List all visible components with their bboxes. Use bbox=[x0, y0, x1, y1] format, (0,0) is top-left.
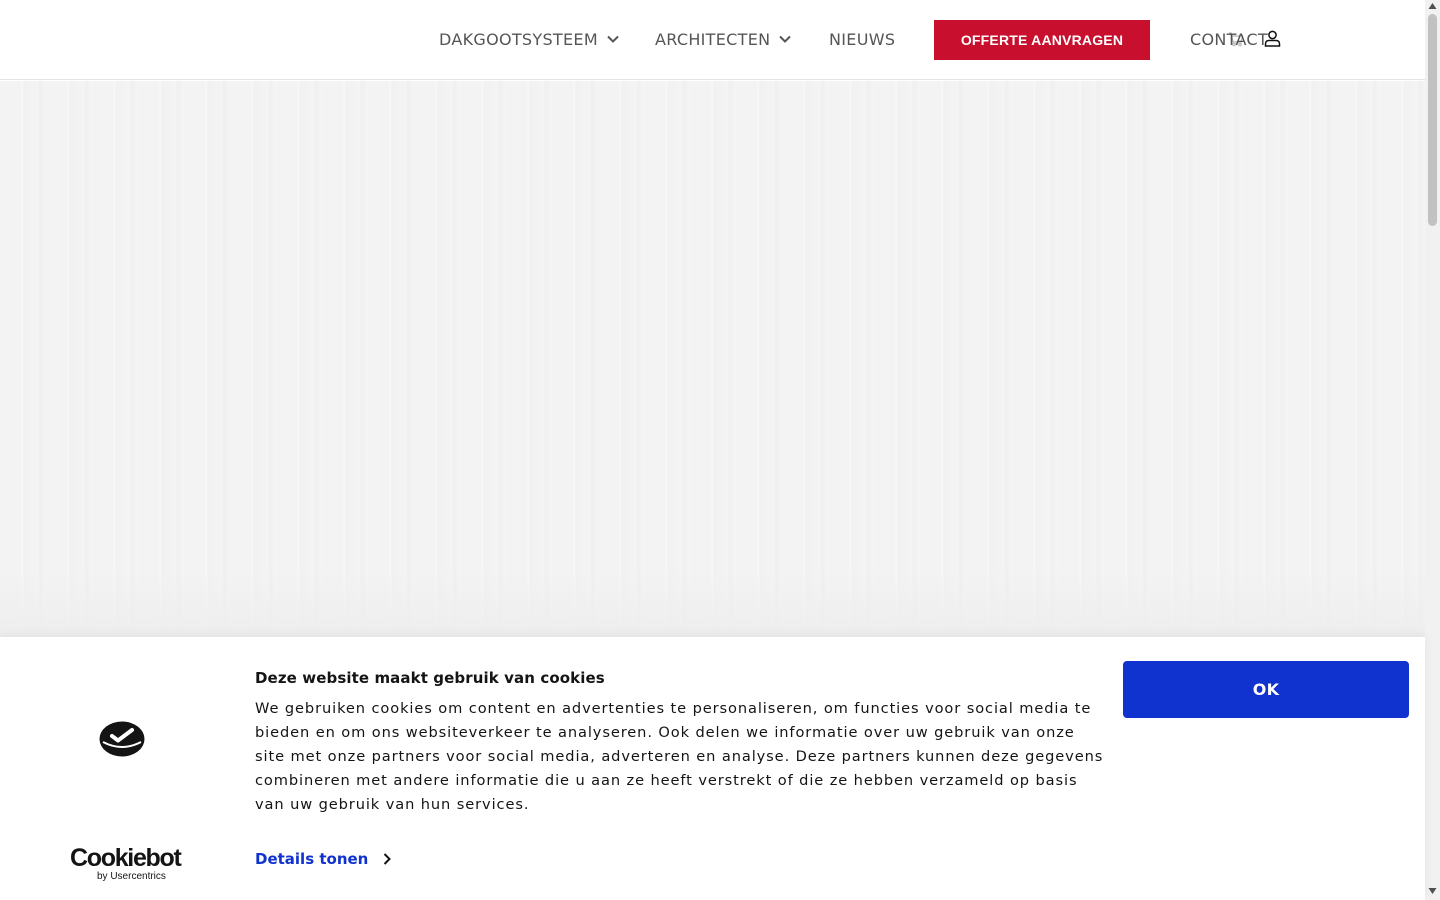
page-scrollbar[interactable] bbox=[1425, 0, 1440, 900]
scroll-up-arrow-icon[interactable] bbox=[1428, 2, 1437, 10]
nav-item-architecten[interactable]: ARCHITECTEN bbox=[655, 29, 792, 49]
nav-item-label: ARCHITECTEN bbox=[655, 29, 771, 49]
nav-item-label: DAKGOOTSYSTEEM bbox=[439, 29, 598, 49]
cookie-banner-text: We gebruiken cookies om content en adver… bbox=[255, 700, 1104, 813]
cookie-ok-button[interactable]: OK bbox=[1123, 661, 1409, 718]
hero-image-placeholder bbox=[0, 81, 1425, 637]
nav-item-nieuws[interactable]: NIEUWS bbox=[829, 29, 895, 49]
cookie-banner-title: Deze website maakt gebruik van cookies bbox=[255, 669, 605, 687]
cookiebot-brand-name: Cookiebot bbox=[70, 844, 182, 872]
chevron-right-icon bbox=[384, 853, 392, 865]
nav-item-dakgootsysteem[interactable]: DAKGOOTSYSTEEM bbox=[439, 29, 620, 49]
scrollbar-thumb[interactable] bbox=[1428, 14, 1437, 226]
site-header: DAKGOOTSYSTEEM ARCHITECTEN NIEUWS OFFERT… bbox=[0, 0, 1425, 80]
scroll-down-arrow-icon[interactable] bbox=[1428, 887, 1437, 895]
offerte-aanvragen-button[interactable]: OFFERTE AANVRAGEN bbox=[934, 20, 1150, 60]
cart-icon[interactable] bbox=[1228, 31, 1244, 47]
chevron-down-icon bbox=[607, 35, 619, 43]
cookiebot-brand-sub: by Usercentrics bbox=[97, 871, 166, 882]
nav-item-label: NIEUWS bbox=[829, 29, 896, 49]
details-tonen-label: Details tonen bbox=[255, 850, 369, 868]
cookiebot-logo-icon bbox=[99, 721, 145, 757]
chevron-down-icon bbox=[779, 35, 792, 43]
user-icon[interactable] bbox=[1264, 30, 1281, 47]
cookie-banner: Cookiebot by Usercentrics Deze website m… bbox=[0, 637, 1425, 900]
details-tonen-link[interactable]: Details tonen bbox=[255, 850, 392, 868]
cookiebot-brand: Cookiebot by Usercentrics bbox=[70, 844, 182, 883]
